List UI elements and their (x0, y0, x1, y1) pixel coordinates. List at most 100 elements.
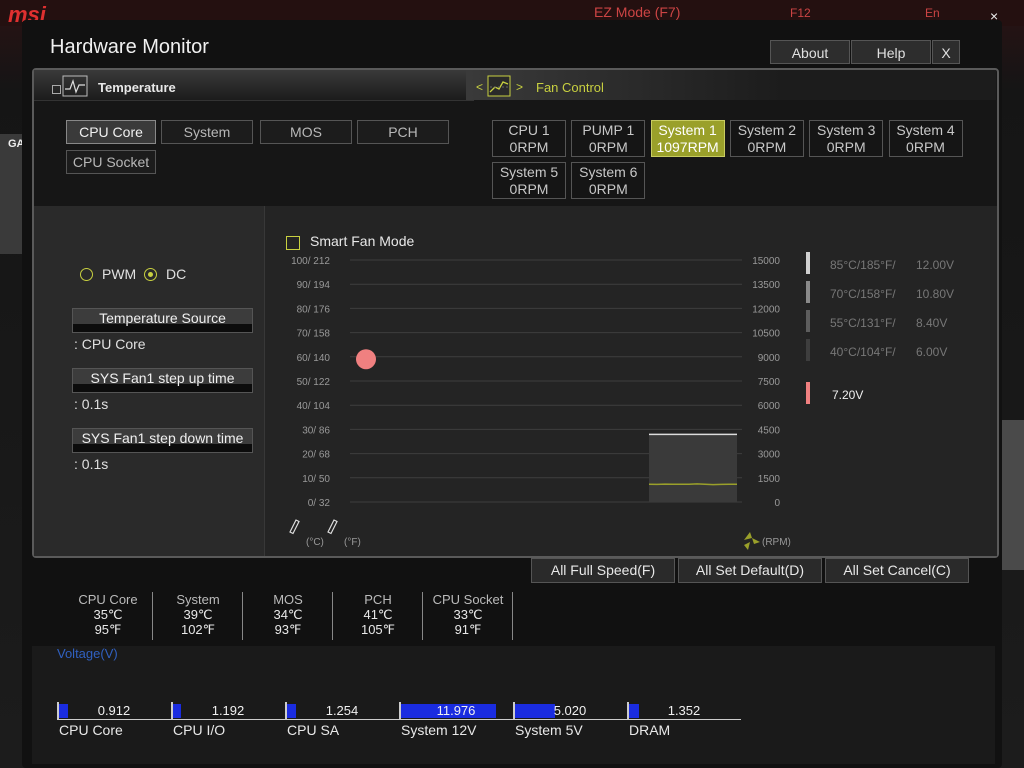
fan-icon (744, 532, 760, 550)
voltage-bar-cpu-sa: 1.254 (285, 702, 399, 720)
legend-temp: 70°C/158°F/ (830, 287, 896, 301)
fan-button-system-2[interactable]: System 2 0RPM (729, 120, 804, 157)
temp-tick-label: 60/ 140 (297, 353, 331, 364)
fan-rpm: 0RPM (588, 181, 628, 197)
current-temperature-point (356, 349, 376, 370)
readout-name: MOS (273, 592, 303, 607)
temp-readout-mos: MOS 34℃ 93℉ (244, 592, 333, 640)
fan-control-header: < > Fan Control (466, 70, 996, 100)
fan-button-system-6[interactable]: System 6 0RPM (571, 162, 646, 199)
legend-voltage: 8.40V (916, 316, 948, 330)
help-button[interactable]: Help (851, 40, 931, 64)
voltage-label: CPU Core (59, 722, 123, 738)
about-button[interactable]: About (770, 40, 850, 64)
fan-name: System 2 (737, 122, 797, 138)
thermometer-icon (289, 519, 300, 535)
celsius-unit-label: (°C) (306, 537, 324, 548)
voltage-bar-cpu-core: 0.912 (57, 702, 171, 720)
bios-side-panel (1000, 420, 1024, 570)
temp-readout-pch: PCH 41℃ 105℉ (334, 592, 423, 640)
voltage-value: 1.254 (325, 703, 359, 718)
rpm-history-window (649, 434, 737, 502)
temperature-source-button[interactable]: Temperature Source (72, 308, 253, 333)
voltage-label: System 12V (401, 722, 477, 738)
thermometer-icon (327, 519, 338, 535)
dc-radio[interactable] (144, 268, 157, 281)
smart-fan-checkbox[interactable] (286, 236, 300, 250)
fan-rpm: 0RPM (509, 139, 549, 155)
pwm-radio[interactable] (80, 268, 93, 281)
voltage-value: 1.352 (667, 703, 701, 718)
temp-readout-cpu-socket: CPU Socket 33℃ 91℉ (424, 592, 513, 640)
rpm-tick-label: 13500 (752, 280, 780, 291)
fan-rpm: 0RPM (906, 139, 945, 155)
fan-prev-arrow[interactable]: < (476, 80, 483, 94)
fahrenheit-unit-label: (°F) (344, 537, 361, 548)
fan-rpm: 0RPM (509, 181, 549, 197)
language-button[interactable]: En (925, 6, 940, 20)
readout-fahrenheit: 95℉ (94, 622, 122, 637)
fan-button-system-1[interactable]: System 1 1097RPM (650, 120, 725, 157)
voltage-label: DRAM (629, 722, 671, 738)
fan-button-system-5[interactable]: System 5 0RPM (492, 162, 566, 199)
fan-button-cpu-1[interactable]: CPU 1 0RPM (492, 120, 566, 157)
temperature-source-value: : CPU Core (74, 336, 146, 352)
all-set-default-button[interactable]: All Set Default(D) (678, 558, 822, 583)
screenshot-button[interactable]: F12 (790, 6, 811, 20)
rpm-tick-label: 0 (774, 498, 780, 509)
temp-source-cpu-socket[interactable]: CPU Socket (66, 150, 156, 174)
voltage-value: 5.020 (553, 703, 587, 718)
step-down-time-button[interactable]: SYS Fan1 step down time (72, 428, 253, 453)
close-button[interactable]: X (932, 40, 960, 64)
legend-temp: 40°C/104°F/ (830, 345, 896, 359)
temp-tick-label: 90/ 194 (297, 280, 331, 291)
temp-readout-system: System 39℃ 102℉ (154, 592, 243, 640)
voltage-bar-system-5v: 5.020 (513, 702, 627, 720)
readout-fahrenheit: 93℉ (274, 622, 302, 637)
rpm-tick-label: 10500 (752, 329, 780, 340)
fan-name: System 5 (499, 164, 559, 180)
readout-name: PCH (364, 592, 392, 607)
temp-tick-label: 20/ 68 (302, 450, 330, 461)
all-set-cancel-button[interactable]: All Set Cancel(C) (825, 558, 969, 583)
readout-fahrenheit: 91℉ (454, 622, 482, 637)
voltage-label: CPU SA (287, 722, 340, 738)
fan-graph-icon (487, 75, 511, 97)
temp-source-mos[interactable]: MOS (260, 120, 352, 144)
temp-tick-label: 100/ 212 (291, 256, 330, 267)
fan-name: System 1 (658, 122, 717, 138)
legend-bar (806, 339, 810, 361)
collapse-icon[interactable] (52, 85, 61, 94)
temp-tick-label: 70/ 158 (297, 329, 331, 340)
readout-celsius: 41℃ (363, 607, 393, 622)
all-full-speed-button[interactable]: All Full Speed(F) (531, 558, 675, 583)
legend-bar (806, 310, 810, 332)
fan-button-system-3[interactable]: System 3 0RPM (809, 120, 884, 157)
legend-temp: 55°C/131°F/ (830, 316, 896, 330)
voltage-value: 11.976 (436, 703, 476, 718)
rpm-tick-label: 15000 (752, 256, 780, 267)
rpm-unit-label: (RPM) (762, 537, 791, 548)
window-title: Hardware Monitor (50, 36, 209, 58)
temp-source-pch[interactable]: PCH (357, 120, 449, 144)
voltage-bar-dram: 1.352 (627, 702, 741, 720)
readout-name: System (176, 592, 220, 607)
fan-next-arrow[interactable]: > (516, 80, 523, 94)
temp-tick-label: 10/ 50 (302, 474, 330, 485)
fan-button-system-4[interactable]: System 4 0RPM (888, 120, 963, 157)
rpm-tick-label: 6000 (758, 401, 781, 412)
fan-curve-chart[interactable]: 100/ 212 1500090/ 194 1350080/ 176 1200070/… (274, 250, 794, 550)
temp-readout-cpu-core: CPU Core 35℃ 95℉ (64, 592, 153, 640)
legend-bar (806, 252, 810, 274)
fan-button-pump-1[interactable]: PUMP 1 0RPM (571, 120, 646, 157)
ez-mode-button[interactable]: EZ Mode (F7) (594, 4, 680, 20)
voltage-bar-system-12v: 11.976 (399, 702, 513, 720)
temp-source-system[interactable]: System (161, 120, 253, 144)
legend-voltage: 7.20V (832, 388, 864, 402)
step-up-time-button[interactable]: SYS Fan1 step up time (72, 368, 253, 393)
hardware-monitor-window: Hardware Monitor About Help X Temperatur… (22, 20, 1002, 768)
monitor-panel: Temperature < > Fan Control CPU Core Syst… (32, 68, 999, 558)
temp-source-cpu-core[interactable]: CPU Core (66, 120, 156, 144)
fan-rpm: 0RPM (588, 139, 628, 155)
fan-name: System 3 (817, 122, 876, 138)
